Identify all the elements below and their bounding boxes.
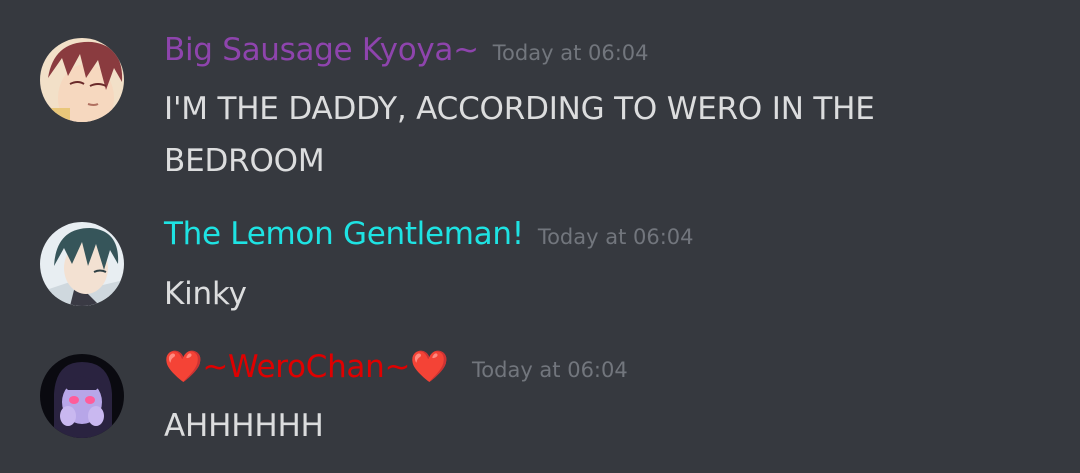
avatar-image — [40, 354, 124, 438]
timestamp: Today at 06:04 — [537, 225, 694, 249]
username-text: ~WeroChan~ — [202, 349, 411, 385]
message-line: AHHHHHH — [164, 408, 324, 444]
message-header: Big Sausage Kyoya~ Today at 06:04 — [164, 32, 649, 68]
username[interactable]: Big Sausage Kyoya~ — [164, 32, 479, 68]
avatar[interactable] — [40, 222, 124, 306]
timestamp: Today at 06:04 — [472, 358, 628, 382]
message-content: AHHHHHH — [164, 400, 964, 452]
avatar[interactable] — [40, 354, 124, 438]
avatar-image — [40, 38, 124, 122]
message-header: The Lemon Gentleman! Today at 06:04 — [164, 216, 694, 252]
heart-emoji-icon: ❤️ — [164, 349, 203, 385]
avatar[interactable] — [40, 38, 124, 122]
username[interactable]: ❤️~WeroChan~❤️ — [164, 349, 458, 385]
timestamp: Today at 06:04 — [492, 41, 649, 65]
heart-emoji-icon: ❤️ — [410, 349, 449, 385]
chat-log: Big Sausage Kyoya~ Today at 06:04 I'M THE… — [0, 0, 1080, 473]
message-line: BEDROOM — [164, 143, 325, 179]
avatar-image — [40, 222, 124, 306]
message-content: I'M THE DADDY, ACCORDING TO WERO IN THE … — [164, 83, 964, 187]
message-header: ❤️~WeroChan~❤️ Today at 06:04 — [164, 348, 628, 385]
message-content: Kinky — [164, 268, 964, 320]
message-line: I'M THE DADDY, ACCORDING TO WERO IN THE — [164, 91, 875, 127]
username[interactable]: The Lemon Gentleman! — [164, 216, 524, 252]
message-line: Kinky — [164, 276, 247, 312]
